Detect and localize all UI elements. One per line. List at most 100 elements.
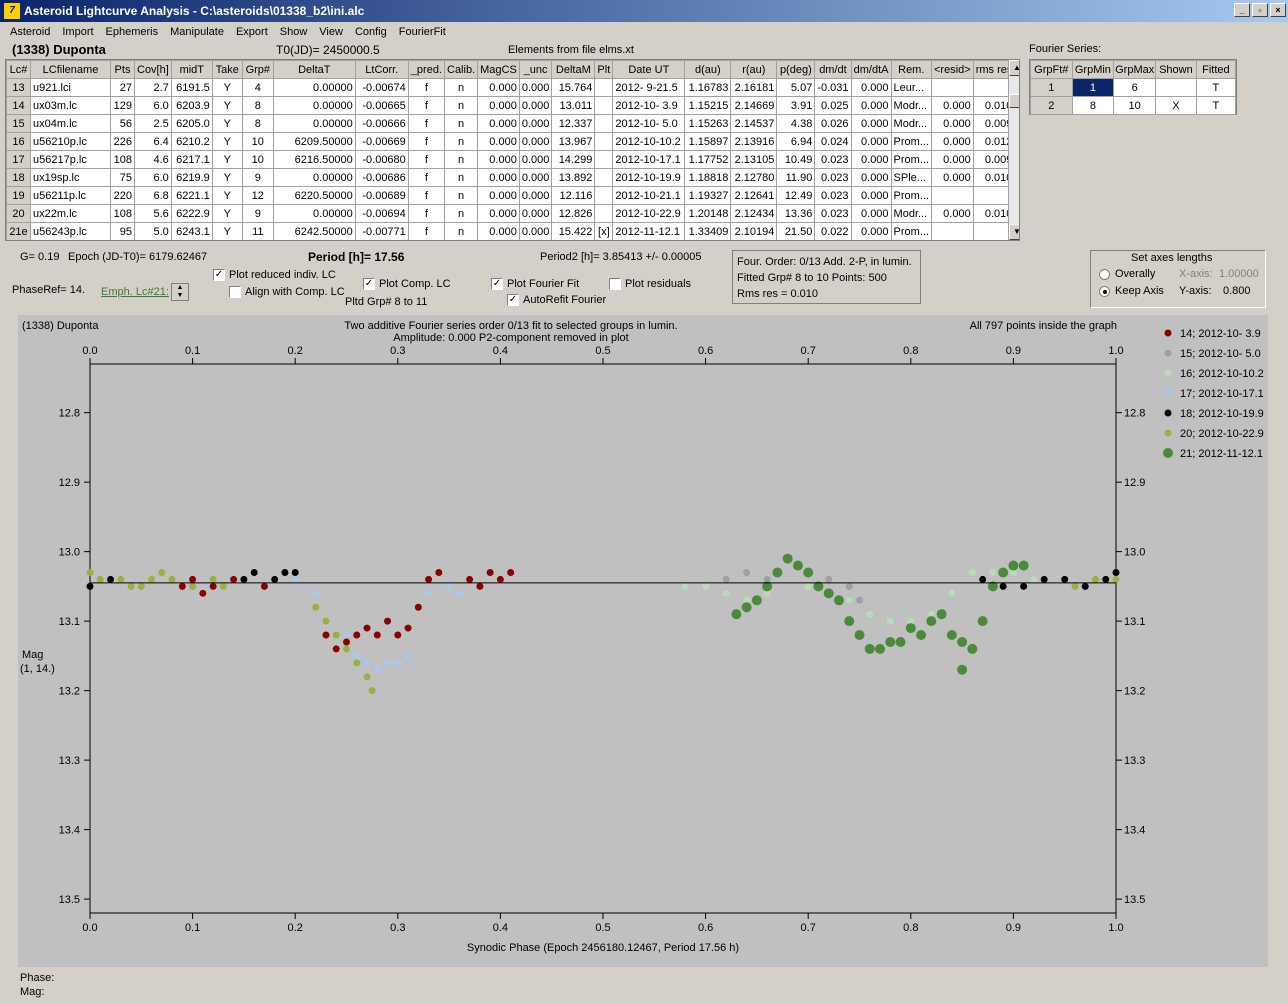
table-row[interactable]: 18 ux19sp.lc 75 6.0 6219.9 Y 9 0.00000 -0.00686 f…	[6, 168, 1016, 187]
table-cell[interactable]: 6.0	[134, 96, 172, 115]
table-cell[interactable]: 0.00000	[272, 168, 356, 187]
lightcurve-plot-panel[interactable]: (1338) Duponta Two additive Fourier seri…	[18, 315, 1268, 967]
table-cell[interactable]	[594, 78, 614, 97]
table-cell[interactable]: Prom...	[890, 222, 933, 240]
table-cell[interactable]: n	[443, 222, 479, 240]
table-cell[interactable]: -0.00674	[354, 78, 409, 97]
menu-asteroid[interactable]: Asteroid	[4, 26, 56, 38]
table-cell[interactable]: 0.000	[850, 222, 892, 240]
table-row[interactable]: 14 ux03m.lc 129 6.0 6203.9 Y 8 0.00000 -0.00665 f…	[6, 96, 1016, 115]
menu-view[interactable]: View	[313, 26, 349, 38]
table-column-header[interactable]: Pts	[110, 60, 135, 79]
table-cell[interactable]: 0.000	[850, 78, 892, 97]
close-button[interactable]: ×	[1270, 3, 1286, 17]
table-cell[interactable]	[931, 186, 974, 205]
table-cell[interactable]: Y	[211, 204, 243, 223]
table-cell[interactable]: Modr...	[890, 96, 933, 115]
fourier-cell[interactable]: 8	[1071, 96, 1115, 115]
table-cell[interactable]: 0.000	[850, 186, 892, 205]
table-cell[interactable]: f	[407, 168, 446, 187]
table-cell[interactable]: 20	[6, 204, 31, 223]
menu-ephemeris[interactable]: Ephemeris	[100, 26, 165, 38]
table-cell[interactable]	[594, 132, 614, 151]
table-cell[interactable]: n	[443, 132, 479, 151]
table-cell[interactable]: 2012-10-21.1	[612, 186, 686, 205]
table-cell[interactable]: 108	[110, 204, 135, 223]
table-cell[interactable]: 6.0	[134, 168, 172, 187]
table-column-header[interactable]: MagCS	[477, 60, 520, 79]
table-cell[interactable]: 0.000	[850, 204, 892, 223]
table-cell[interactable]: Y	[211, 96, 243, 115]
table-cell[interactable]: Y	[211, 150, 243, 169]
table-cell[interactable]: 6222.9	[170, 204, 213, 223]
table-cell[interactable]: 0.023	[814, 168, 852, 187]
checkbox-box[interactable]: ✓	[491, 278, 503, 290]
table-cell[interactable]: 6242.50000	[272, 222, 356, 240]
table-cell[interactable]: 9	[241, 168, 274, 187]
table-cell[interactable]: 0.000	[931, 132, 974, 151]
table-column-header[interactable]: DeltaT	[272, 60, 356, 79]
table-column-header[interactable]: LtCorr.	[354, 60, 409, 79]
table-cell[interactable]: 6217.1	[170, 150, 213, 169]
table-cell[interactable]	[931, 222, 974, 240]
table-column-header[interactable]: p(deg)	[776, 60, 816, 79]
table-cell[interactable]: f	[407, 96, 446, 115]
table-cell[interactable]: 0.000	[477, 150, 520, 169]
table-cell[interactable]: -0.031	[814, 78, 852, 97]
table-cell[interactable]: 1.15897	[684, 132, 732, 151]
table-cell[interactable]: 56	[110, 114, 135, 133]
table-cell[interactable]: 5.6	[134, 204, 172, 223]
table-cell[interactable]: 9	[241, 204, 274, 223]
table-cell[interactable]: Modr...	[890, 114, 933, 133]
table-cell[interactable]: 1.15263	[684, 114, 732, 133]
menu-fourierfit[interactable]: FourierFit	[393, 26, 452, 38]
table-column-header[interactable]: dm/dtA	[850, 60, 892, 79]
menu-import[interactable]: Import	[56, 26, 99, 38]
fourier-cell[interactable]: T	[1195, 96, 1237, 115]
table-cell[interactable]: 0.000	[477, 114, 520, 133]
table-cell[interactable]: 6219.9	[170, 168, 213, 187]
table-cell[interactable]: 2.13916	[730, 132, 778, 151]
table-cell[interactable]: 2.10194	[730, 222, 778, 240]
table-column-header[interactable]: Cov[h]	[134, 60, 172, 79]
table-cell[interactable]: 13.011	[551, 96, 596, 115]
table-cell[interactable]: 21.50	[776, 222, 816, 240]
table-cell[interactable]: 15.422	[551, 222, 596, 240]
table-cell[interactable]: Prom...	[890, 150, 933, 169]
table-cell[interactable]: 0.000	[518, 150, 553, 169]
fourier-series-table[interactable]: GrpFt# GrpMin GrpMax Shown Fitted 1 1 6 …	[1029, 59, 1237, 115]
table-column-header[interactable]: midT	[170, 60, 213, 79]
table-cell[interactable]: 0.000	[850, 114, 892, 133]
table-cell[interactable]: 0.000	[518, 222, 553, 240]
table-cell[interactable]: -0.00689	[354, 186, 409, 205]
table-cell[interactable]: 21e	[6, 222, 31, 240]
table-cell[interactable]: 13.892	[551, 168, 596, 187]
menu-manipulate[interactable]: Manipulate	[164, 26, 230, 38]
table-cell[interactable]: ux03m.lc	[30, 96, 111, 115]
table-cell[interactable]: Modr...	[890, 204, 933, 223]
table-cell[interactable]: 0.000	[931, 150, 974, 169]
table-cell[interactable]: 13.36	[776, 204, 816, 223]
table-cell[interactable]: u56217p.lc	[30, 150, 111, 169]
table-cell[interactable]: f	[407, 132, 446, 151]
table-row[interactable]: 19 u56211p.lc 220 6.8 6221.1 Y 12 6220.50000 -0.…	[6, 186, 1016, 205]
table-row[interactable]: 16 u56210p.lc 226 6.4 6210.2 Y 10 6209.50000 -0.…	[6, 132, 1016, 151]
table-cell[interactable]: Prom...	[890, 186, 933, 205]
table-cell[interactable]: 2012-10- 3.9	[612, 96, 686, 115]
table-cell[interactable]: 11.90	[776, 168, 816, 187]
checkbox-box[interactable]	[229, 286, 241, 298]
table-cell[interactable]: 2.13105	[730, 150, 778, 169]
table-cell[interactable]: 0.000	[477, 168, 520, 187]
plot-residuals-checkbox[interactable]: Plot residuals	[609, 278, 691, 290]
table-cell[interactable]: 0.023	[814, 204, 852, 223]
table-cell[interactable]: 5.0	[134, 222, 172, 240]
table-cell[interactable]: 0.025	[814, 96, 852, 115]
table-cell[interactable]: 5.07	[776, 78, 816, 97]
table-cell[interactable]: 19	[6, 186, 31, 205]
table-cell[interactable]: 2012-10-19.9	[612, 168, 686, 187]
table-cell[interactable]: 1.17752	[684, 150, 732, 169]
table-cell[interactable]: 1.19327	[684, 186, 732, 205]
table-cell[interactable]: -0.00694	[354, 204, 409, 223]
table-cell[interactable]: 12.826	[551, 204, 596, 223]
table-cell[interactable]: Y	[211, 132, 243, 151]
